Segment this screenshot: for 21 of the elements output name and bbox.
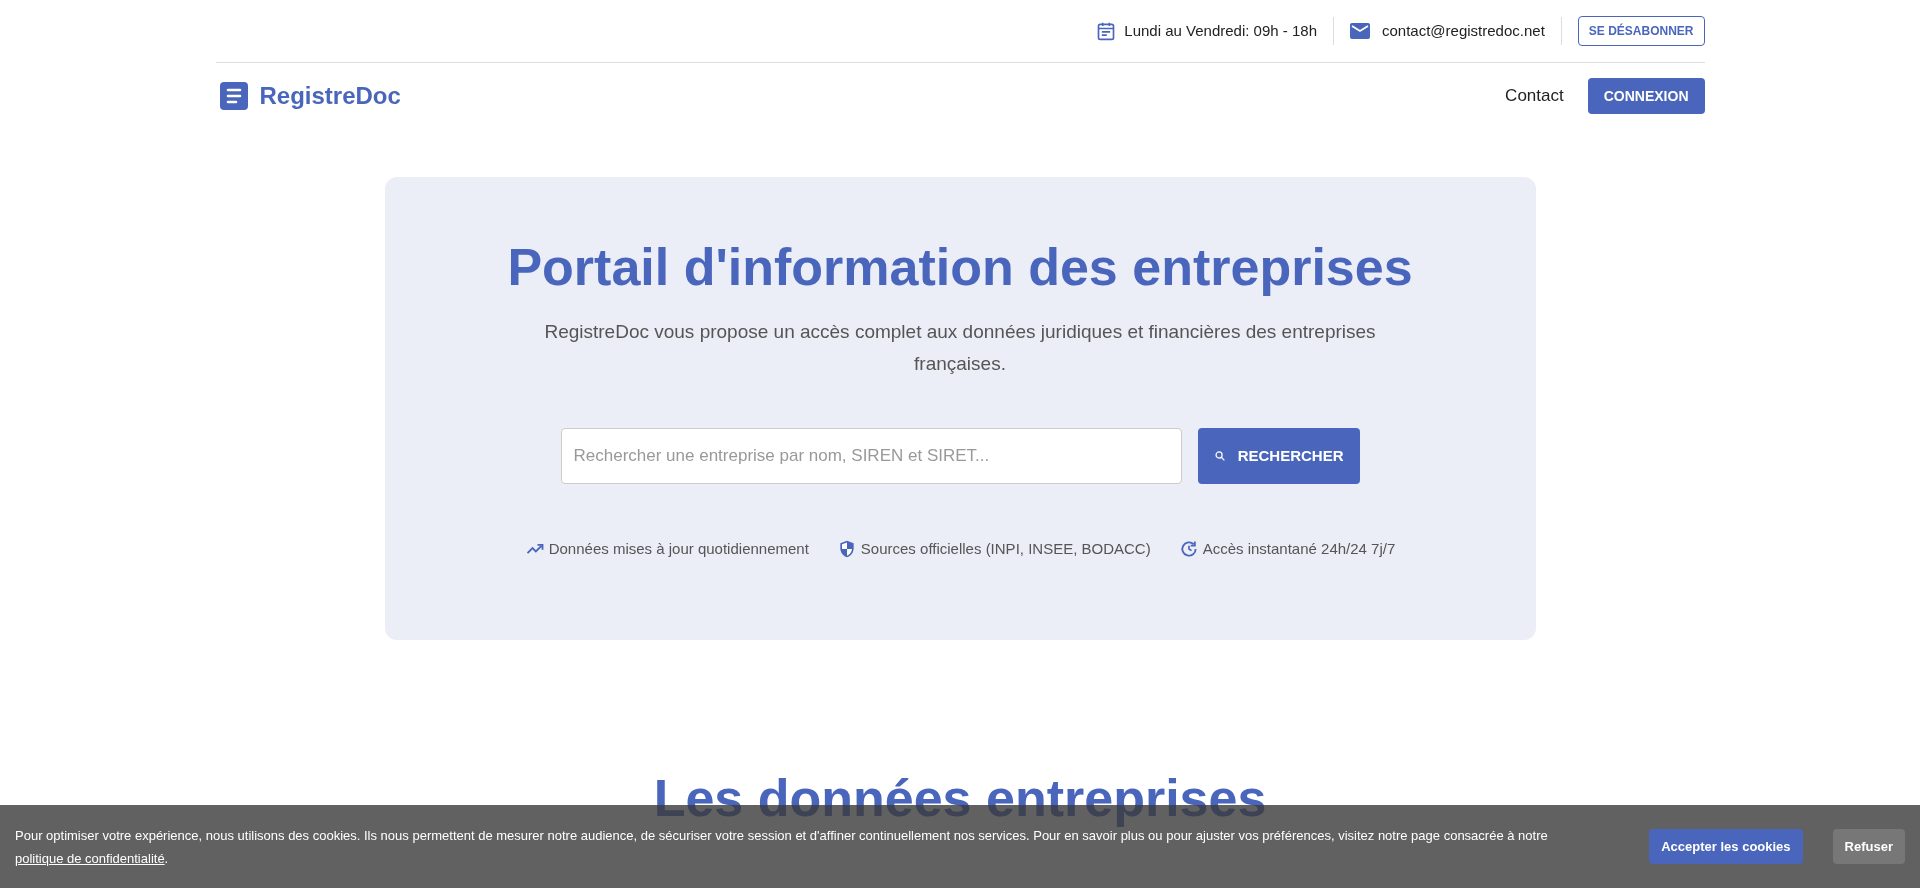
email-address: contact@registredoc.net — [1382, 20, 1545, 41]
hero-title: Portail d'information des entreprises — [507, 237, 1413, 298]
feature-text: Données mises à jour quotidiennement — [548, 539, 809, 559]
unsubscribe-button[interactable]: SE DÉSABONNER — [1577, 16, 1705, 46]
document-logo-icon — [219, 82, 248, 110]
logo-text[interactable]: RegistreDoc — [259, 78, 401, 114]
nav-link[interactable]: Contact — [1505, 83, 1564, 109]
login-button[interactable]: CONNEXION — [1587, 78, 1705, 114]
search-button[interactable]: RECHERCHER — [1197, 428, 1360, 484]
calendar-icon — [1096, 21, 1117, 41]
hero-subtitle: RegistreDoc vous propose un accès complet aux données juridiques et financières des entreprises françaises. — [543, 320, 1377, 376]
mail-icon — [1350, 23, 1370, 39]
accept-cookies-button[interactable]: Accepter les cookies — [1649, 829, 1803, 864]
feature-text: Accès instantané 24h/24 7j/7 — [1202, 539, 1396, 559]
cookie-notice-text: Pour optimiser votre expérience, nous utilisons des cookies. Ils nous permettent de mesurer notre audience, de sécuriser votre session et d'affiner continuellement nos services. Pour en savoir plus ou pour ajuster vos préférences, visitez notre page consacrée à notre politique de confidentialité. — [15, 827, 1549, 868]
refuse-cookies-button[interactable]: Refuser — [1832, 829, 1905, 864]
clock-refresh-icon — [1178, 539, 1199, 560]
search-field[interactable]: Rechercher une entreprise par nom, SIREN et SIRET... — [560, 428, 1182, 484]
privacy-policy-link[interactable]: politique de confidentialité — [15, 850, 165, 866]
feature-text: Sources officielles (INPI, INSEE, BODACC) — [860, 539, 1151, 559]
business-hours: Lundi au Vendredi: 09h - 18h — [1124, 20, 1317, 41]
